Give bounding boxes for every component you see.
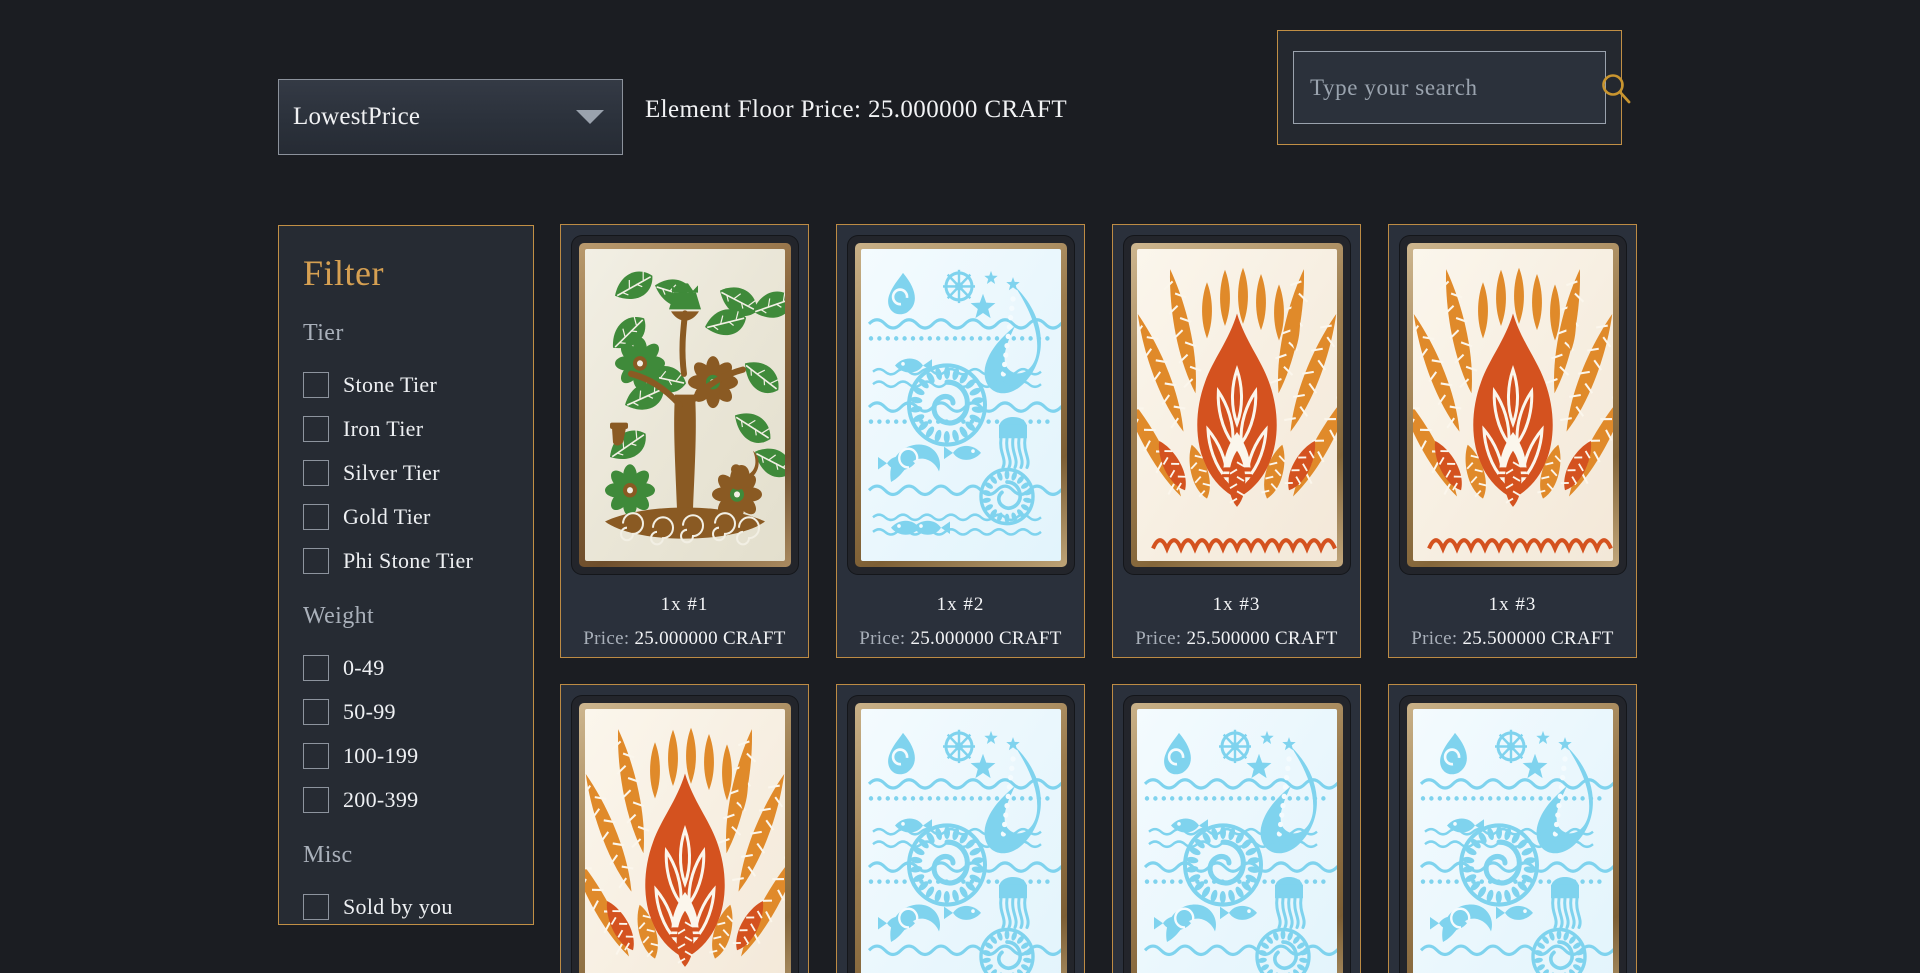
card-quantity-label: 1x #3 (1488, 594, 1537, 615)
checkbox-icon[interactable] (303, 372, 329, 398)
card-item[interactable] (1112, 684, 1361, 973)
card-item[interactable]: 1x #3 Price: 25.500000 CRAFT (1112, 224, 1361, 658)
filter-panel-title: Filter (303, 253, 384, 293)
filter-option-label: Gold Tier (343, 504, 431, 529)
checkbox-icon[interactable] (303, 460, 329, 486)
card-art-mat (1406, 703, 1619, 973)
fire-element-artwork (1136, 249, 1337, 561)
card-quantity-label: 1x #3 (1212, 594, 1261, 615)
filter-option-gold-tier[interactable]: Gold Tier (279, 495, 533, 539)
card-price-label: Price: (1411, 628, 1458, 649)
water-element-artwork (1412, 709, 1613, 973)
filter-option-label: Iron Tier (343, 416, 424, 441)
card-art-frame (571, 696, 798, 973)
search-icon[interactable] (1599, 71, 1633, 105)
filter-option-sold-by-you[interactable]: Sold by you (279, 885, 533, 929)
filter-option-100-199[interactable]: 100-199 (279, 734, 533, 778)
filter-option-silver-tier[interactable]: Silver Tier (279, 451, 533, 495)
filter-option-label: Silver Tier (343, 460, 440, 485)
chevron-down-icon (576, 110, 604, 124)
card-price-value: 25.000000 CRAFT (629, 628, 786, 649)
card-price: Price: 25.000000 CRAFT (859, 628, 1061, 650)
filter-group-title-tier: Tier (303, 320, 344, 346)
card-item[interactable] (1388, 684, 1637, 973)
fire-element-artwork (584, 709, 785, 973)
checkbox-icon[interactable] (303, 416, 329, 442)
filter-option-label: 50-99 (343, 699, 396, 724)
water-element-artwork (860, 249, 1061, 561)
filter-option-phi-stone-tier[interactable]: Phi Stone Tier (279, 539, 533, 583)
card-quantity-label: 1x #2 (936, 594, 985, 615)
card-art-mat (578, 703, 791, 973)
card-art-frame (1123, 696, 1350, 973)
card-price-label: Price: (1135, 628, 1182, 649)
filter-groups: Tier Stone Tier Iron Tier Silver Tier Gold T… (279, 320, 533, 949)
card-price-value: 25.000000 CRAFT (905, 628, 1062, 649)
filter-option-0-49[interactable]: 0-49 (279, 646, 533, 690)
sort-dropdown[interactable]: LowestPrice (278, 79, 623, 155)
card-item[interactable]: 1x #1 Price: 25.000000 CRAFT (560, 224, 809, 658)
card-art-frame (1399, 236, 1626, 574)
card-grid: 1x #1 Price: 25.000000 CRAFT 1x #2 Price… (560, 224, 1650, 973)
card-art-mat (854, 243, 1067, 567)
filter-option-label: Sold by you (343, 894, 453, 919)
search-container (1277, 30, 1631, 145)
card-item[interactable] (836, 684, 1085, 973)
fire-element-artwork (1412, 249, 1613, 561)
floor-price-text: Element Floor Price: 25.000000 CRAFT (645, 96, 1068, 123)
card-art-mat (1130, 703, 1343, 973)
filter-panel: Filter Tier Stone Tier Iron Tier Silver Tie… (278, 225, 534, 925)
card-price-value: 25.500000 CRAFT (1457, 628, 1614, 649)
earth-element-artwork (584, 249, 785, 561)
filter-option-200-399[interactable]: 200-399 (279, 778, 533, 822)
filter-option-label: Stone Tier (343, 372, 438, 397)
card-art-mat (1130, 243, 1343, 567)
card-item[interactable]: 1x #3 Price: 25.500000 CRAFT (1388, 224, 1637, 658)
checkbox-icon[interactable] (303, 655, 329, 681)
card-art-frame (847, 236, 1074, 574)
filter-option-label: Phi Stone Tier (343, 548, 474, 573)
card-price-label: Price: (583, 628, 630, 649)
card-price: Price: 25.000000 CRAFT (583, 628, 785, 650)
card-price: Price: 25.500000 CRAFT (1135, 628, 1337, 650)
marketplace-page: LowestPrice Element Floor Price: 25.0000… (0, 0, 1920, 973)
filter-option-label: 0-49 (343, 655, 385, 680)
card-art-frame (1123, 236, 1350, 574)
filter-option-50-99[interactable]: 50-99 (279, 690, 533, 734)
card-item[interactable] (560, 684, 809, 973)
card-art-frame (847, 696, 1074, 973)
card-art-mat (854, 703, 1067, 973)
checkbox-icon[interactable] (303, 504, 329, 530)
filter-option-label: 100-199 (343, 743, 419, 768)
card-quantity-label: 1x #1 (660, 594, 709, 615)
card-art-frame (571, 236, 798, 574)
card-item[interactable]: 1x #2 Price: 25.000000 CRAFT (836, 224, 1085, 658)
filter-option-iron-tier[interactable]: Iron Tier (279, 407, 533, 451)
card-art-frame (1399, 696, 1626, 973)
card-price-value: 25.500000 CRAFT (1181, 628, 1338, 649)
filter-group-title-misc: Misc (303, 842, 353, 868)
card-price: Price: 25.500000 CRAFT (1411, 628, 1613, 650)
water-element-artwork (860, 709, 1061, 973)
checkbox-icon[interactable] (303, 548, 329, 574)
filter-option-label: 200-399 (343, 787, 419, 812)
checkbox-icon[interactable] (303, 743, 329, 769)
search-input[interactable] (1310, 74, 1599, 101)
card-art-mat (1406, 243, 1619, 567)
filter-group-title-weight: Weight (303, 603, 375, 629)
card-art-mat (578, 243, 791, 567)
checkbox-icon[interactable] (303, 787, 329, 813)
checkbox-icon[interactable] (303, 699, 329, 725)
search-field-wrapper[interactable] (1293, 51, 1631, 124)
sort-dropdown-value: LowestPrice (293, 103, 421, 130)
checkbox-icon[interactable] (303, 894, 329, 920)
card-price-label: Price: (859, 628, 906, 649)
toolbar: LowestPrice Element Floor Price: 25.0000… (0, 0, 1920, 170)
water-element-artwork (1136, 709, 1337, 973)
filter-option-stone-tier[interactable]: Stone Tier (279, 363, 533, 407)
